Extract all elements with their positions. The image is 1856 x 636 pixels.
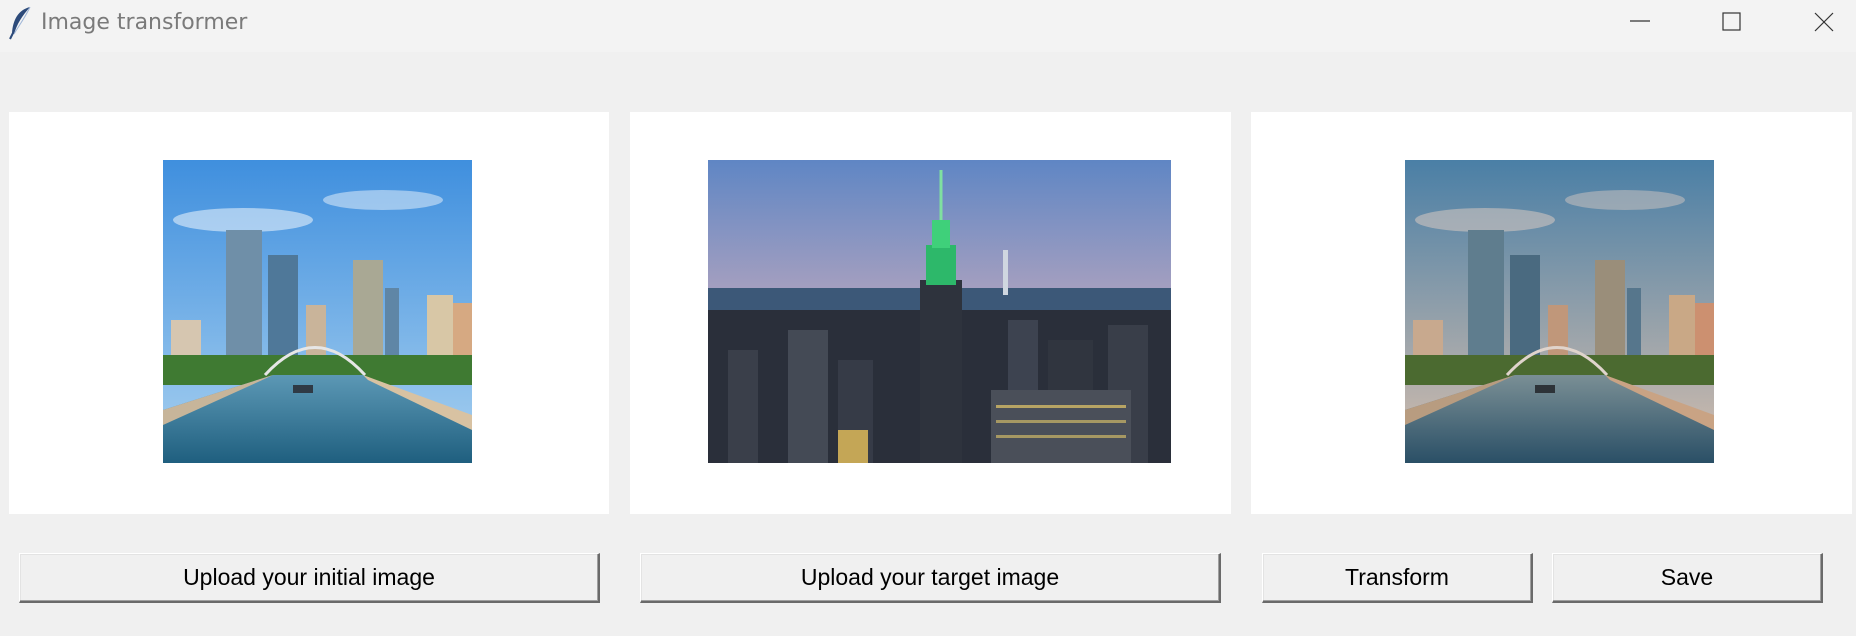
upload-initial-image-button[interactable]: Upload your initial image <box>19 553 600 603</box>
maximize-icon <box>1722 12 1741 31</box>
maximize-button[interactable] <box>1686 0 1778 44</box>
title-bar: Image transformer <box>0 0 1856 52</box>
minimize-icon <box>1630 20 1650 22</box>
initial-image <box>163 160 472 463</box>
feather-icon <box>9 6 31 40</box>
target-image <box>708 160 1171 463</box>
save-button[interactable]: Save <box>1552 553 1823 603</box>
result-image <box>1405 160 1714 463</box>
transform-button[interactable]: Transform <box>1262 553 1533 603</box>
window-title: Image transformer <box>41 10 248 35</box>
minimize-button[interactable] <box>1594 0 1686 44</box>
upload-target-image-button[interactable]: Upload your target image <box>640 553 1221 603</box>
target-image-panel <box>630 112 1231 514</box>
close-icon <box>1814 12 1834 32</box>
initial-image-panel <box>9 112 609 514</box>
result-image-panel <box>1251 112 1852 514</box>
close-button[interactable] <box>1778 0 1856 44</box>
